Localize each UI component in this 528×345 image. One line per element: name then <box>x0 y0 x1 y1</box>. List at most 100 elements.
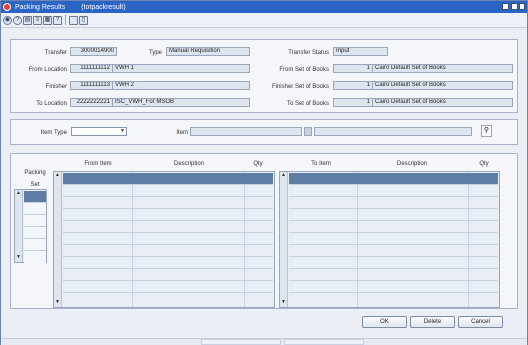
list-icon[interactable]: ≡ <box>33 15 42 25</box>
packing-set-row[interactable] <box>24 191 46 203</box>
to-qty-header: Qty <box>479 161 489 167</box>
item-filter-panel: Item Type ▼ Item ⚲ <box>10 119 518 145</box>
packing-set-list: ▲ ▼ <box>14 189 47 263</box>
transfer-header-panel: Transfer 3000014900 Type Manual Requisit… <box>10 39 518 113</box>
to-grid-row[interactable] <box>289 221 498 233</box>
packing-results-window: Packing Results (totpackresult) ◉ ? ▤ ≡ … <box>0 0 528 345</box>
packing-set-header-line1: Packing <box>24 170 46 176</box>
finisher-sob-label: Finisher Set of Books <box>271 84 329 90</box>
from-item-grid: ▲ ▼ <box>53 171 275 308</box>
title-bar: Packing Results (totpackresult) <box>1 1 527 13</box>
scroll-down-icon[interactable]: ▼ <box>280 299 287 306</box>
from-grid-row[interactable] <box>63 209 273 221</box>
scroll-down-icon[interactable]: ▼ <box>54 299 61 306</box>
to-grid-scrollbar[interactable]: ▲ ▼ <box>280 172 288 307</box>
transfer-status-label: Transfer Status <box>288 50 329 56</box>
globe-icon[interactable]: ◉ <box>3 15 12 25</box>
cancel-button[interactable]: Cancel <box>458 316 503 328</box>
maximize-icon[interactable] <box>511 3 518 10</box>
to-grid-row[interactable] <box>289 257 498 269</box>
to-grid-row[interactable] <box>289 233 498 245</box>
question-icon[interactable]: ? <box>53 15 62 25</box>
item-type-select[interactable]: ▼ <box>71 127 127 136</box>
item-lov-icon[interactable] <box>304 127 312 136</box>
window-title: Packing Results <box>15 3 66 11</box>
scroll-up-icon[interactable]: ▲ <box>15 190 22 197</box>
packing-set-row[interactable] <box>24 227 46 239</box>
packing-set-row[interactable] <box>24 239 46 251</box>
finisher-id-field[interactable]: 1111111113 <box>70 81 113 90</box>
packing-set-row[interactable] <box>24 203 46 215</box>
to-grid-row[interactable] <box>289 197 498 209</box>
finisher-sob-id-field[interactable]: 1 <box>333 81 373 90</box>
from-grid-row[interactable] <box>63 233 273 245</box>
page-icon[interactable]: ▯ <box>79 15 88 25</box>
to-sob-label: To Set of Books <box>286 101 329 107</box>
item-field[interactable] <box>190 127 302 136</box>
toolbar-divider <box>65 15 66 25</box>
to-grid-row[interactable] <box>289 209 498 221</box>
to-grid-row[interactable] <box>289 281 498 293</box>
app-icon <box>3 3 11 11</box>
search-icon[interactable]: ⚲ <box>481 125 492 137</box>
minimize-icon[interactable] <box>502 3 509 10</box>
scroll-up-icon[interactable]: ▲ <box>280 172 287 179</box>
item-label: Item <box>176 130 188 136</box>
to-grid-row[interactable] <box>289 269 498 281</box>
to-sob-id-field[interactable]: 1 <box>333 98 373 107</box>
packing-detail-panel: Packing Set ▲ ▼ From Item Description Qt… <box>10 153 518 309</box>
from-grid-row[interactable] <box>63 197 273 209</box>
scroll-down-icon[interactable]: ▼ <box>15 254 22 261</box>
item-type-label: Item Type <box>40 130 67 136</box>
from-location-name-field[interactable]: VWH 1 <box>112 64 250 73</box>
transfer-status-field[interactable]: Input <box>333 47 388 56</box>
to-location-name-field[interactable]: ISC_VWH_For MSOB <box>112 98 250 107</box>
from-qty-header: Qty <box>253 161 263 167</box>
from-grid-row[interactable] <box>63 269 273 281</box>
from-sob-id-field[interactable]: 1 <box>333 64 373 73</box>
to-sob-name-field[interactable]: Cairo Default Set of Books <box>372 98 513 107</box>
from-grid-row[interactable] <box>63 257 273 269</box>
scroll-up-icon[interactable]: ▲ <box>54 172 61 179</box>
help-icon[interactable]: ? <box>13 15 22 25</box>
packing-set-row[interactable] <box>24 215 46 227</box>
packing-set-row[interactable] <box>24 251 46 263</box>
to-grid-row[interactable] <box>289 245 498 257</box>
to-location-id-field[interactable]: 2222222221 <box>70 98 113 107</box>
blank-icon[interactable] <box>69 15 78 25</box>
to-grid-row[interactable] <box>289 185 498 197</box>
type-label: Type <box>148 50 162 56</box>
from-grid-row[interactable] <box>63 281 273 293</box>
to-item-grid: ▲ ▼ <box>279 171 500 308</box>
to-description-header: Description <box>396 161 427 167</box>
from-grid-row[interactable] <box>63 173 273 185</box>
ok-button[interactable]: OK <box>362 316 407 328</box>
finisher-name-field[interactable]: VWH 2 <box>112 81 250 90</box>
from-sob-name-field[interactable]: Cairo Default Set of Books <box>372 64 513 73</box>
to-location-label: To Location <box>36 101 67 107</box>
from-item-header: From Item <box>84 161 112 167</box>
chevron-down-icon[interactable]: ▼ <box>120 129 125 134</box>
from-grid-row[interactable] <box>63 221 273 233</box>
delete-button[interactable]: Delete <box>410 316 455 328</box>
from-location-id-field[interactable]: 1111111112 <box>70 64 113 73</box>
packing-set-header-line2: Set <box>30 182 40 188</box>
to-grid-row[interactable] <box>289 173 498 185</box>
from-grid-row[interactable] <box>63 185 273 197</box>
print-icon[interactable]: ▤ <box>23 15 32 25</box>
finisher-sob-name-field[interactable]: Cairo Default Set of Books <box>372 81 513 90</box>
from-grid-row[interactable] <box>63 245 273 257</box>
from-grid-scrollbar[interactable]: ▲ ▼ <box>54 172 62 307</box>
from-description-header: Description <box>173 161 204 167</box>
to-grid-row[interactable] <box>289 293 498 305</box>
close-icon[interactable] <box>519 3 525 10</box>
finisher-label: Finisher <box>45 84 67 90</box>
from-grid-row[interactable] <box>63 293 273 305</box>
from-location-label: From Location <box>28 67 67 73</box>
window-subtitle: (totpackresult) <box>81 3 126 11</box>
item-description-field[interactable] <box>314 127 472 136</box>
packing-set-scrollbar[interactable]: ▲ ▼ <box>15 190 23 262</box>
type-field[interactable]: Manual Requisition <box>166 47 250 56</box>
transfer-field[interactable]: 3000014900 <box>70 47 117 56</box>
document-icon[interactable]: ▦ <box>43 15 52 25</box>
